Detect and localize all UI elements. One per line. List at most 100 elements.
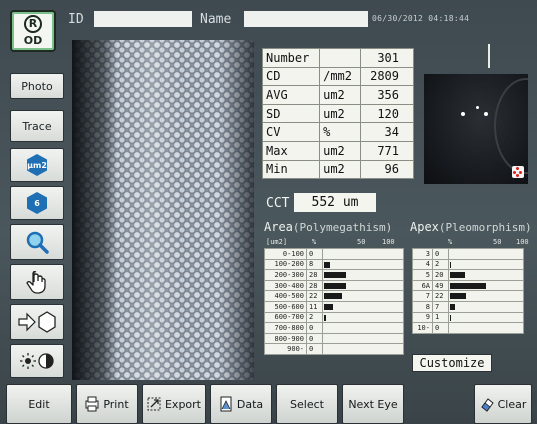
stat-row: AVG um2 356 — [261, 85, 415, 105]
stat-unit: um2 — [319, 85, 361, 105]
exam-datetime: 06/30/2012 04:18:44 — [372, 14, 470, 23]
image-vignette-right — [220, 40, 254, 380]
move-cell-button[interactable] — [10, 304, 64, 340]
capture-point-dot — [519, 171, 522, 174]
image-highlight — [122, 40, 182, 380]
magnifier-icon — [26, 231, 49, 254]
stat-row: Number 301 — [261, 48, 415, 68]
apex-bar-cell — [448, 269, 524, 281]
edit-label: Edit — [28, 397, 50, 411]
stat-label: Min — [261, 159, 321, 180]
area-bin-percent: 11 — [306, 300, 323, 313]
cct-value: 552 um — [294, 193, 376, 212]
fixation-dot — [476, 106, 479, 109]
right-eye-icon: R — [24, 15, 42, 33]
apex-bin-label: 6A — [412, 279, 433, 292]
area-subtitle: (Polymegathism) — [292, 221, 393, 234]
area-bin-label: 100-200 — [264, 258, 307, 271]
zoom-button[interactable] — [10, 224, 64, 260]
data-label: Data — [236, 397, 264, 411]
apex-histogram-row: 5 20 — [412, 269, 524, 281]
apex-scale-50: 50 — [493, 238, 502, 246]
name-label: Name — [200, 12, 232, 27]
area-scale-100: 100 — [382, 238, 395, 246]
apex-bin-label: 3 — [412, 248, 433, 260]
area-bar-cell — [322, 279, 404, 292]
customize-button[interactable]: Customize — [412, 354, 492, 372]
stat-value: 356 — [359, 85, 415, 105]
area-bin-percent: 8 — [306, 258, 323, 271]
stat-value: 2809 — [359, 66, 415, 87]
export-label: Export — [164, 397, 201, 411]
area-bin-percent: 28 — [306, 279, 323, 292]
area-bin-percent: 0 — [306, 248, 323, 260]
export-button[interactable]: Export — [142, 384, 206, 424]
area-bin-label: 800-900 — [264, 332, 307, 345]
specular-microscope-screen: R OD ID Name 06/30/2012 04:18:44 Photo T… — [0, 0, 537, 424]
area-bin-label: 300-400 — [264, 279, 307, 292]
area-bin-percent: 28 — [306, 269, 323, 281]
apex-percent-label: % — [448, 238, 453, 246]
image-vignette-left — [72, 40, 118, 380]
eraser-icon — [480, 398, 494, 412]
area-title: Area — [264, 220, 293, 234]
hand-pointer-icon — [26, 271, 46, 294]
print-button[interactable]: Print — [76, 384, 138, 424]
area-histogram: 0-100 0 100-200 8 200-300 28 300-400 28 400-500 2… — [264, 248, 404, 355]
area-percent-label: % — [312, 238, 317, 246]
capture-point-dot — [516, 174, 519, 177]
endothelial-cell-image[interactable] — [72, 40, 254, 380]
eye-selector-badge[interactable]: R OD — [10, 10, 56, 52]
area-bin-label: 0-100 — [264, 248, 307, 260]
area-bar-cell — [322, 290, 404, 302]
area-histogram-title: Area(Polymegathism) — [264, 220, 392, 234]
apex-histogram-title: Apex(Pleomorphism) — [410, 220, 532, 234]
apex-title: Apex — [410, 220, 439, 234]
stat-unit: /mm2 — [319, 66, 361, 87]
patient-id-field[interactable] — [94, 11, 192, 27]
area-bin-label: 600-700 — [264, 311, 307, 324]
pan-button[interactable] — [10, 264, 64, 300]
stat-label: CV — [261, 122, 321, 142]
area-scale-50: 50 — [357, 238, 366, 246]
apex-bin-label: 10- — [412, 322, 433, 334]
apex-bar — [450, 314, 451, 321]
stat-row: CD/mm2 2809 — [261, 66, 415, 87]
stat-label: CD — [261, 66, 321, 87]
stat-value: 301 — [359, 48, 415, 68]
apex-histogram-row: 30 — [412, 248, 524, 260]
capture-point-icon — [512, 166, 524, 178]
brightness-contrast-button[interactable] — [10, 344, 64, 378]
trace-button[interactable]: Trace — [10, 110, 64, 142]
area-histogram-row: 700-800 0 — [264, 322, 404, 334]
capture-position-thumbnail — [424, 74, 528, 184]
patient-name-field[interactable] — [244, 11, 368, 27]
apex-bin-percent: 0 — [432, 322, 449, 334]
photo-button[interactable]: Photo — [10, 73, 64, 99]
apex-bar — [450, 282, 487, 289]
select-button[interactable]: Select — [276, 384, 338, 424]
area-mode-button[interactable]: μm2 — [10, 148, 64, 182]
area-histogram-row: 200-300 28 — [264, 269, 404, 281]
apex-mode-button[interactable]: 6 — [10, 186, 64, 220]
clear-label: Clear — [497, 397, 527, 411]
stat-row: Min um2 96 — [261, 159, 415, 180]
edit-button[interactable]: Edit — [6, 384, 72, 424]
apex-bin-label: 5 — [412, 269, 433, 281]
id-label: ID — [68, 12, 84, 27]
stat-unit: um2 — [319, 140, 361, 161]
apex-bar-cell — [448, 248, 524, 260]
area-histogram-row: 900- 0 — [264, 343, 404, 355]
area-bar — [324, 261, 331, 268]
apex-bar — [450, 272, 465, 279]
stat-label: Max — [261, 140, 321, 161]
data-button[interactable]: Data — [210, 384, 272, 424]
apex-bar-cell — [448, 290, 524, 302]
data-icon — [220, 396, 232, 412]
apex-histogram-row: 6A 49 — [412, 279, 524, 292]
clear-button[interactable]: Clear — [474, 384, 532, 424]
area-bin-label: 200-300 — [264, 269, 307, 281]
next-eye-button[interactable]: Next Eye — [342, 384, 404, 424]
apex-bar-cell — [448, 279, 524, 292]
fixation-dot — [461, 112, 465, 116]
